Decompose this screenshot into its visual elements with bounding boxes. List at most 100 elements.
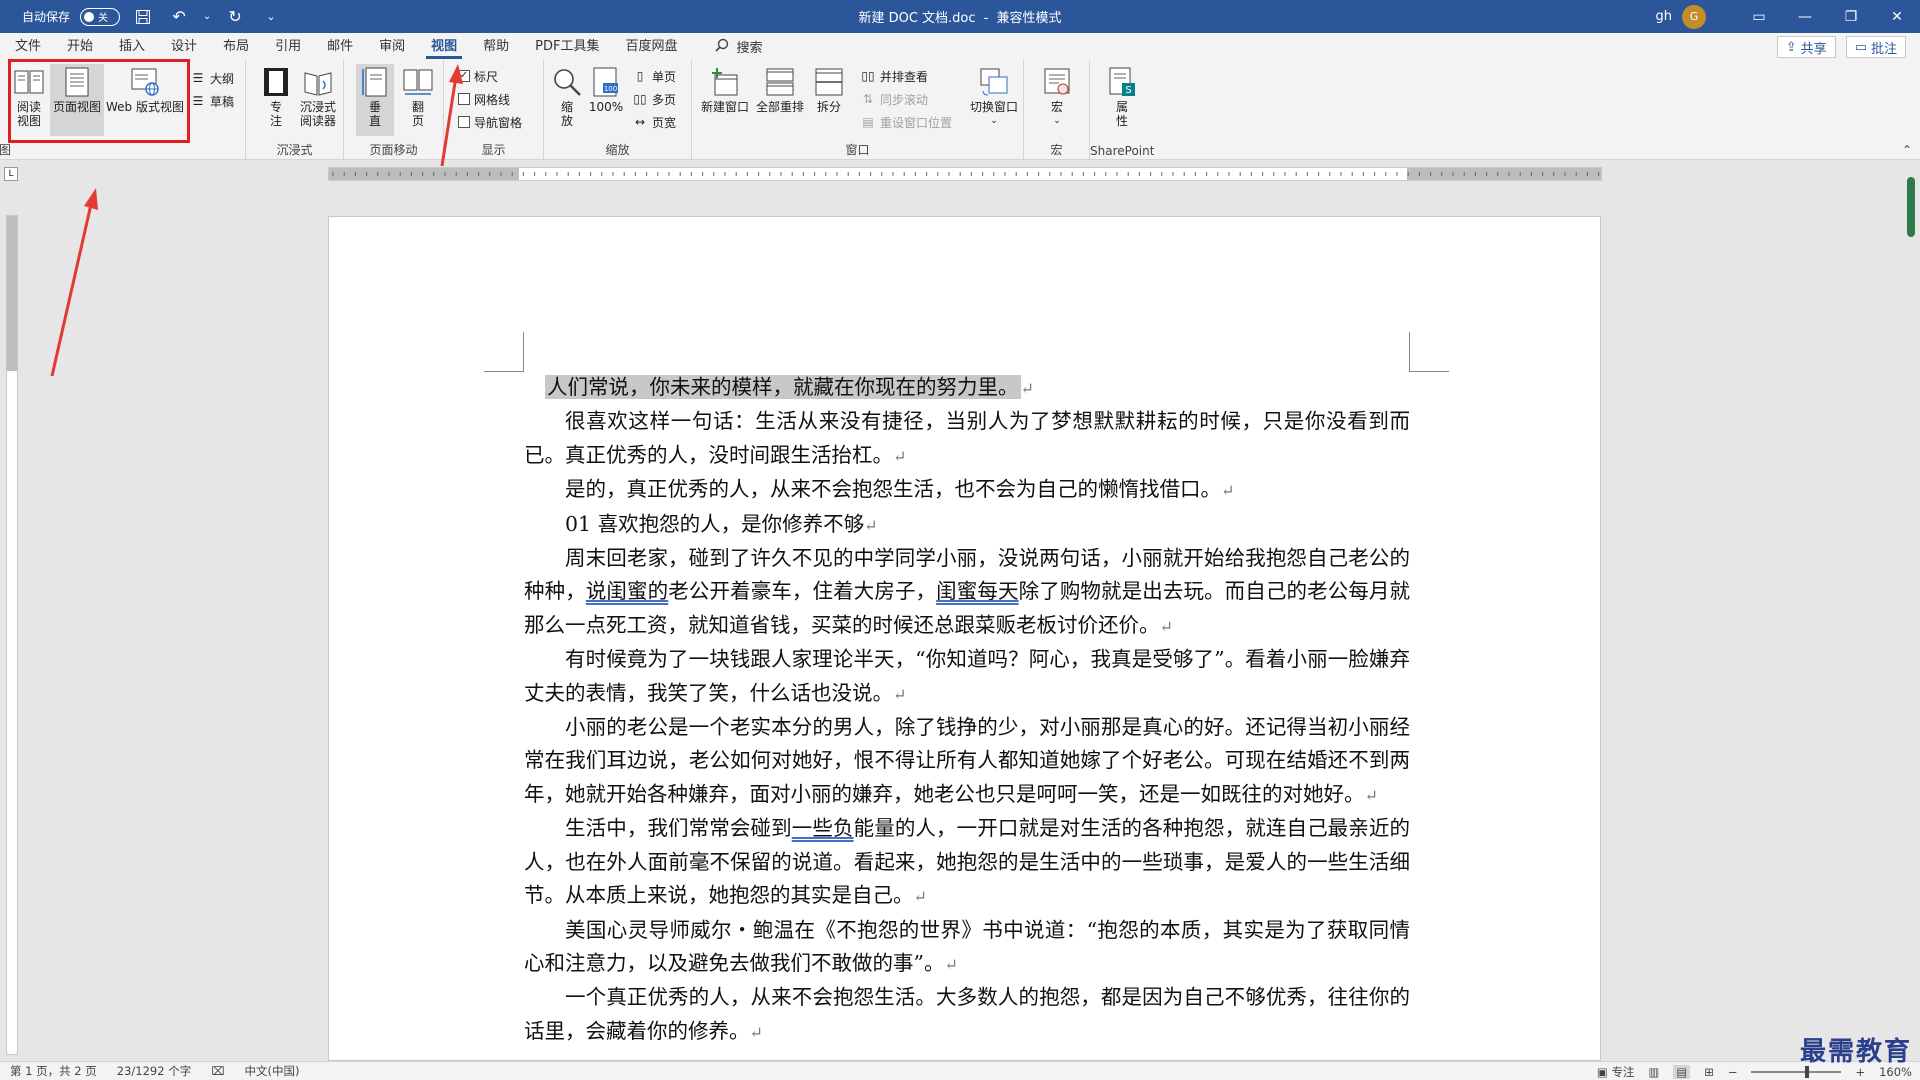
tab-selector[interactable]: L — [4, 167, 18, 181]
draft-button[interactable]: ☰ 草稿 — [190, 91, 234, 111]
tab-4[interactable]: 布局 — [210, 33, 262, 60]
tab-2[interactable]: 插入 — [106, 33, 158, 60]
autosave-label: 自动保存 — [22, 10, 71, 24]
nav-pane-checkbox[interactable]: 导航窗格 — [458, 112, 522, 132]
switch-windows-button[interactable]: 切换窗口 ⌄ — [968, 66, 1020, 128]
zoom-button[interactable]: 缩 放 — [550, 66, 584, 128]
ruler-checkbox[interactable]: ✓ 标尺 — [458, 66, 498, 86]
tab-8[interactable]: 视图 — [418, 33, 470, 60]
web-layout-status-icon[interactable]: ⊞ — [1704, 1065, 1714, 1079]
redo-icon[interactable]: ↻ — [222, 4, 248, 30]
macros-button[interactable]: 宏 ⌄ — [1040, 66, 1074, 128]
focus-status-label: 专注 — [1611, 1064, 1635, 1079]
document-body[interactable]: 人们常说，你未来的模样，就藏在你现在的努力里。 ↵ 很喜欢这样一句话：生活从来没有… — [524, 371, 1410, 1049]
focus-button[interactable]: 专 注 — [262, 66, 290, 128]
immersive-reader-icon — [303, 66, 333, 98]
paragraph-mark: ↵ — [913, 887, 927, 907]
print-layout-button[interactable]: 页面视图 — [50, 64, 104, 136]
paragraph-text: 是的，真正优秀的人，从来不会抱怨生活，也不会为自己的懒惰找借口。 — [565, 477, 1221, 502]
side-by-side-button[interactable]: ▯▯ 并排查看 — [860, 66, 928, 86]
tab-10[interactable]: PDF工具集 — [522, 33, 612, 60]
tab-7[interactable]: 审阅 — [366, 33, 418, 60]
tab-1[interactable]: 开始 — [54, 33, 106, 60]
zoom-out-icon[interactable]: − — [1728, 1065, 1738, 1079]
focus-mode[interactable]: ▣ 专注 — [1597, 1064, 1635, 1080]
close-icon[interactable]: ✕ — [1874, 0, 1920, 33]
selected-text: 人们常说，你未来的模样，就藏在你现在的努力里。 — [545, 375, 1021, 399]
paragraph-mark: ↵ — [1159, 616, 1173, 636]
group-label-show: 显示 — [481, 143, 506, 157]
customize-qat-icon[interactable]: ⌄ — [258, 4, 284, 30]
paragraph: 一个真正优秀的人，从来不会抱怨生活。大多数人的抱怨，都是因为自己不够优秀，往往你… — [524, 981, 1410, 1049]
tab-6[interactable]: 邮件 — [314, 33, 366, 60]
grammar-underline: 说闺蜜的 — [585, 579, 669, 604]
restore-icon[interactable]: ❐ — [1828, 0, 1874, 33]
tab-5[interactable]: 引用 — [262, 33, 314, 60]
share-button[interactable]: ⇪ 共享 — [1776, 36, 1836, 58]
paragraph: 很喜欢这样一句话：生活从来没有捷径，当别人为了梦想默默耕耘的时候，只是你没看到而… — [524, 405, 1410, 473]
split-button[interactable]: 拆分 — [810, 66, 848, 114]
title-bar: 自动保存 关 ↶ ⌄ ↻ ⌄ 新建 DOC 文档.doc - 兼容性模式 gh … — [0, 0, 1920, 33]
paragraph-text: 很喜欢这样一句话：生活从来没有捷径，当别人为了梦想默默耕耘的时候，只是你没看到而… — [524, 409, 1410, 467]
minimize-icon[interactable]: — — [1782, 0, 1828, 33]
document-page[interactable]: 人们常说，你未来的模样，就藏在你现在的努力里。 ↵ 很喜欢这样一句话：生活从来没有… — [328, 216, 1601, 1061]
side-to-side-button[interactable]: 翻 页 — [400, 66, 436, 128]
print-layout-label: 页面视图 — [52, 100, 101, 114]
one-page-button[interactable]: ▯ 单页 — [632, 66, 676, 86]
group-window: 新建窗口 全部重排 拆分 ▯▯ 并排查看 ⇅ 同步滚动 ▤ 重设窗口位置 切换窗口 ⌄… — [692, 60, 1024, 160]
chevron-down-icon[interactable]: ⌄ — [202, 4, 212, 30]
avatar[interactable]: G — [1682, 4, 1706, 29]
language[interactable]: 中文(中国) — [244, 1063, 299, 1079]
read-mode-status-icon[interactable]: ▥ — [1648, 1065, 1659, 1079]
vertical-scrollbar[interactable] — [1903, 167, 1920, 1062]
outline-button[interactable]: ☰ 大纲 — [190, 68, 234, 88]
word-count[interactable]: 23/1292 个字 — [117, 1063, 191, 1079]
paragraph-mark: ↵ — [944, 954, 958, 974]
paragraph-mark: ↵ — [1364, 785, 1378, 805]
gridlines-checkbox[interactable]: 网格线 — [458, 89, 510, 109]
vertical-ruler[interactable] — [6, 215, 18, 1055]
paragraph-mark: ↵ — [864, 515, 878, 535]
scroll-thumb[interactable] — [1907, 177, 1915, 237]
properties-icon: S — [1107, 66, 1137, 98]
page-width-button[interactable]: ↔ 页宽 — [632, 112, 676, 132]
collapse-ribbon-icon[interactable]: ⌃ — [1902, 143, 1912, 157]
one-page-label: 单页 — [652, 69, 677, 84]
comments-button[interactable]: ▭ 批注 — [1845, 36, 1906, 58]
undo-icon[interactable]: ↶ — [166, 4, 192, 30]
ribbon-display-icon[interactable]: ▭ — [1736, 0, 1782, 33]
web-layout-button[interactable]: Web 版式视图 — [104, 66, 186, 114]
horizontal-ruler[interactable] — [328, 167, 1602, 181]
word-window: 自动保存 关 ↶ ⌄ ↻ ⌄ 新建 DOC 文档.doc - 兼容性模式 gh … — [0, 0, 1920, 1080]
zoom-100-button[interactable]: 100 100% — [588, 66, 624, 114]
group-label-window: 窗口 — [845, 143, 870, 157]
arrange-all-button[interactable]: 全部重排 — [754, 66, 806, 114]
autosave-toggle[interactable]: 关 — [80, 7, 121, 26]
read-mode-button[interactable]: 阅读 视图 — [10, 66, 48, 128]
immersive-reader-button[interactable]: 沉浸式 阅读器 — [296, 66, 340, 128]
multi-page-button[interactable]: ▯▯ 多页 — [632, 89, 676, 109]
zoom-label: 缩 放 — [560, 100, 573, 128]
search-box[interactable]: 搜索 — [714, 33, 763, 60]
properties-button[interactable]: S 属 性 — [1106, 66, 1138, 128]
page-count[interactable]: 第 1 页，共 2 页 — [10, 1063, 97, 1079]
print-layout-status-icon[interactable]: ▤ — [1673, 1064, 1691, 1079]
tab-0[interactable]: 文件 — [2, 33, 54, 60]
vertical-button[interactable]: 垂 直 — [356, 64, 394, 136]
magnifier-icon — [552, 66, 582, 98]
outline-label: 大纲 — [210, 71, 235, 86]
proofing-icon[interactable]: ⌧ — [211, 1064, 224, 1078]
user-name[interactable]: gh — [1656, 9, 1673, 24]
ribbon-tabs: 文件 开始 插入 设计 布局 引用 邮件 审阅 视图 帮助 PDF工具集 百度网盘 搜索 ⇪ 共享 ▭ 批… — [0, 33, 1920, 60]
arrange-all-label: 全部重排 — [755, 100, 804, 114]
paragraph-text: 美国心灵导师威尔・鲍温在《不抱怨的世界》书中说道：“抱怨的本质，其实是为了获取同… — [524, 917, 1410, 975]
group-label-page-movement: 页面移动 — [369, 143, 418, 157]
new-window-button[interactable]: 新建窗口 — [700, 66, 750, 114]
tab-11[interactable]: 百度网盘 — [612, 33, 690, 60]
crop-mark — [484, 332, 524, 372]
tab-9[interactable]: 帮助 — [470, 33, 522, 60]
save-icon[interactable] — [130, 4, 156, 30]
tab-3[interactable]: 设计 — [158, 33, 210, 60]
zoom-slider[interactable] — [1751, 1065, 1842, 1078]
nav-pane-label: 导航窗格 — [474, 115, 523, 130]
